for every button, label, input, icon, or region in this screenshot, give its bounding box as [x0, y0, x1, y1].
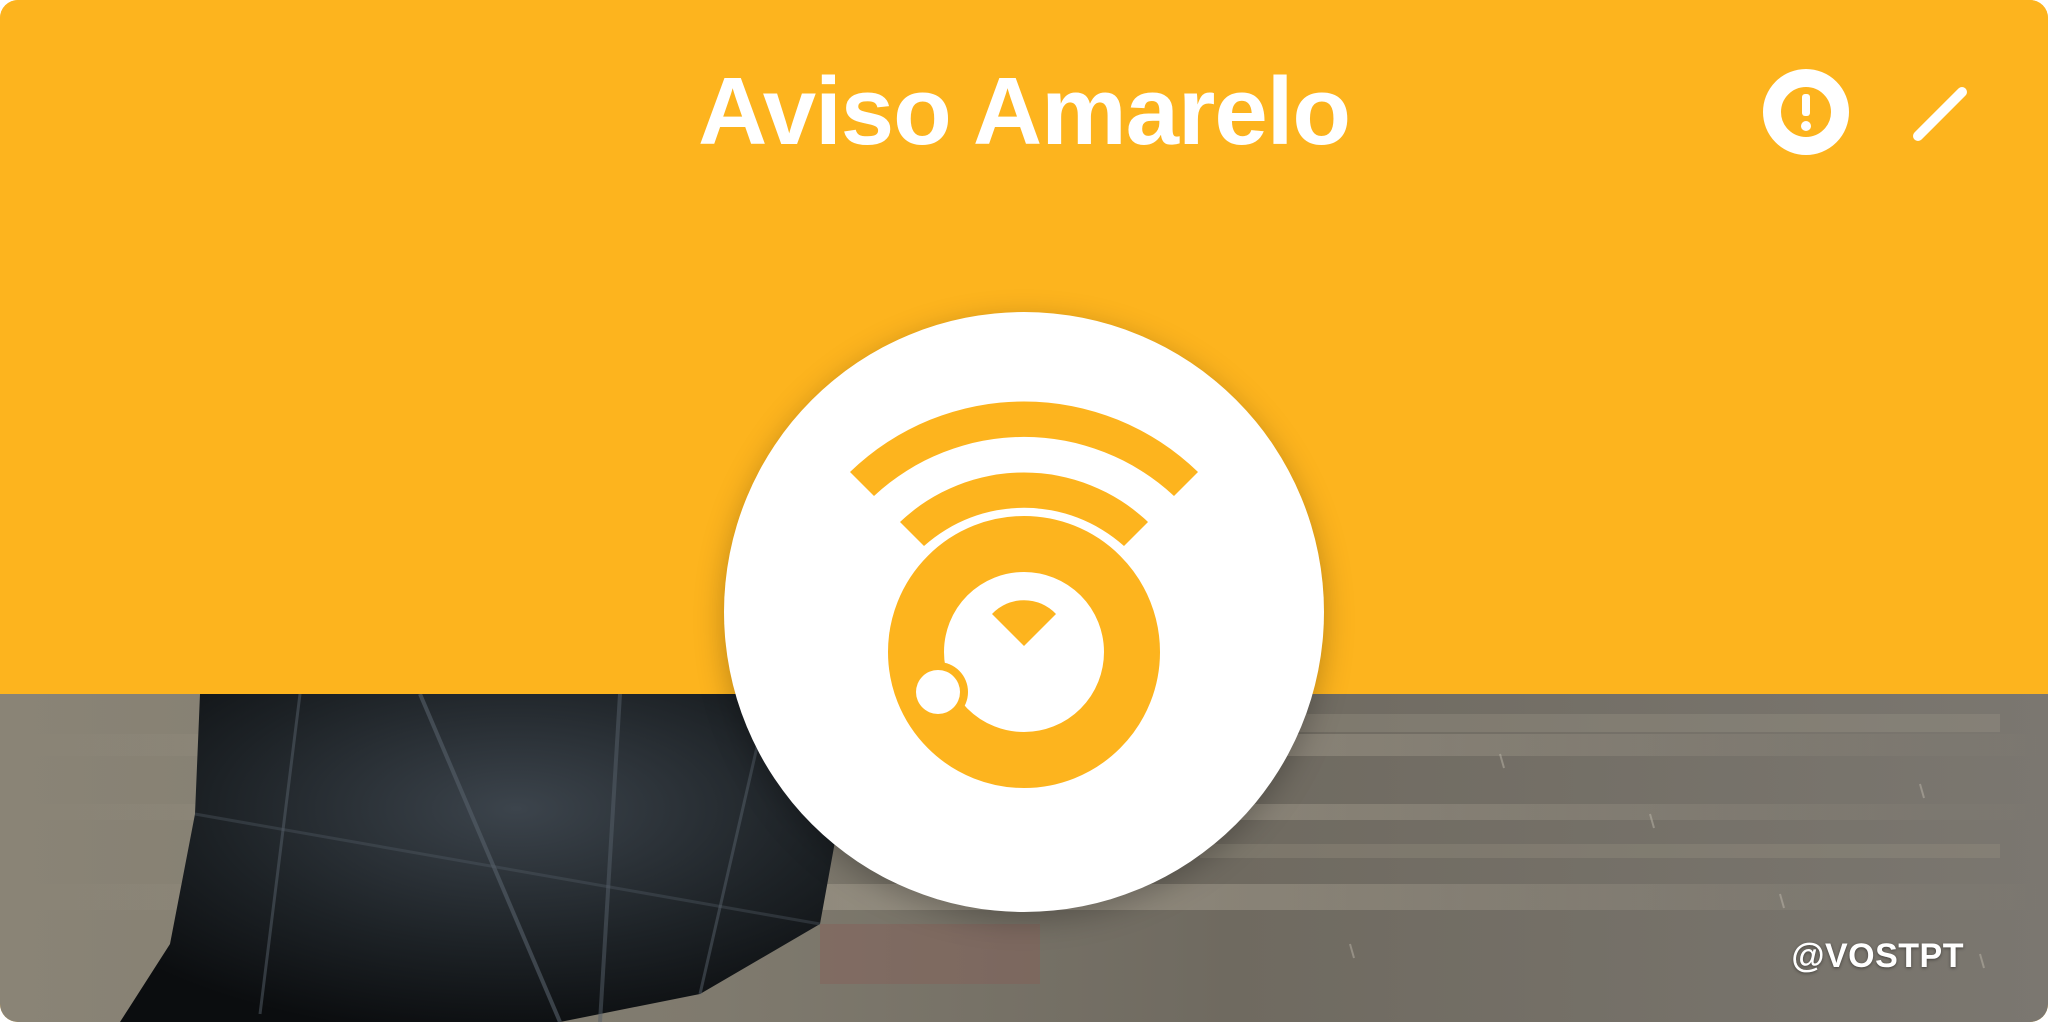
alert-button[interactable]: [1760, 66, 1852, 158]
warning-card: Aviso Amarelo @VOSTPT: [0, 0, 2048, 1022]
alert-circle-icon: [1763, 69, 1849, 155]
account-handle: @VOSTPT: [1791, 937, 1964, 975]
edit-pencil-icon: [1913, 87, 1967, 141]
warning-emblem: [724, 312, 1324, 912]
wind-warning-icon: [850, 401, 1198, 788]
page-title: Aviso Amarelo: [697, 58, 1351, 165]
edit-button[interactable]: [1900, 76, 1980, 156]
